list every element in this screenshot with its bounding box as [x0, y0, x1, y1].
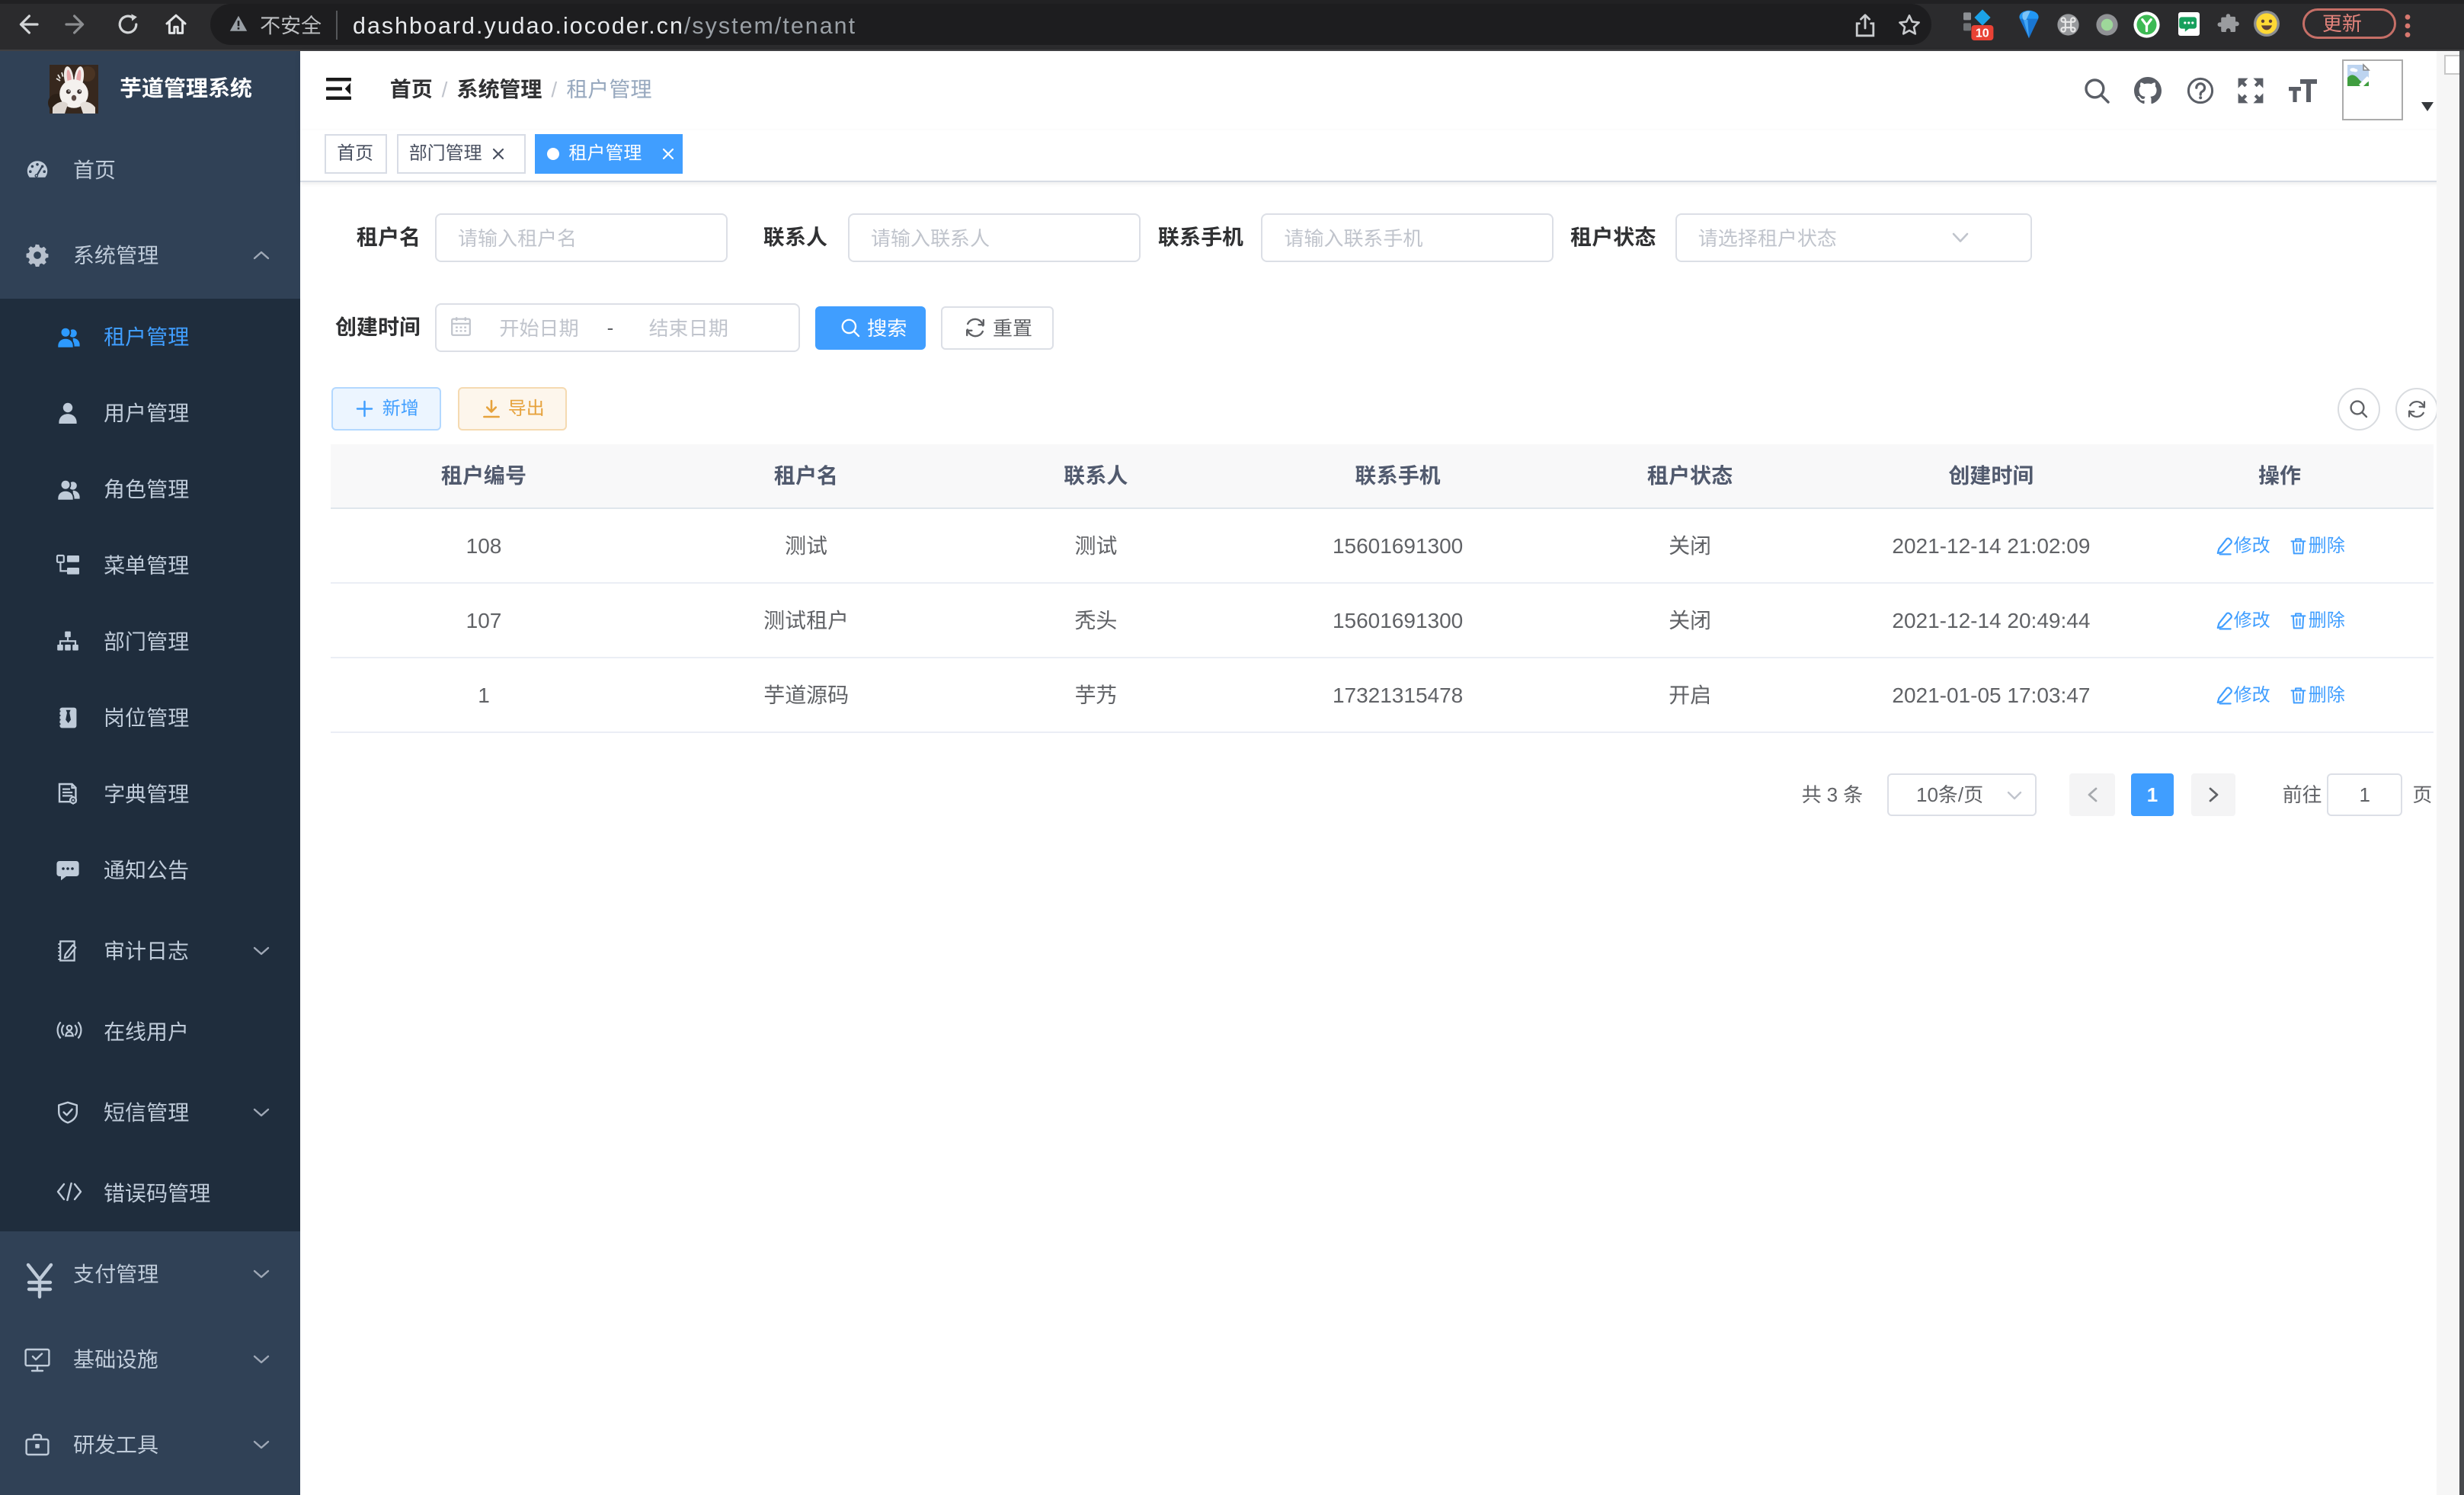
svg-text:10: 10: [1976, 27, 1989, 40]
